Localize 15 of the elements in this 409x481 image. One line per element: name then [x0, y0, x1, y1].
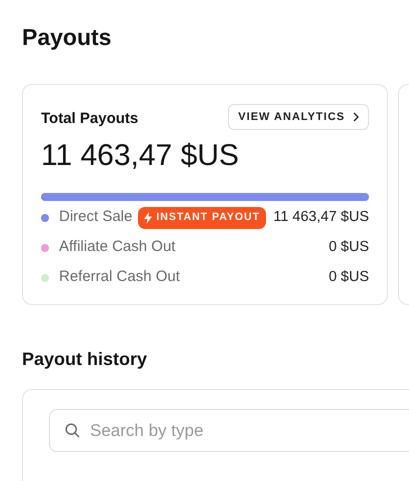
instant-payout-badge: INSTANT PAYOUT	[138, 206, 266, 228]
search-field[interactable]: Search by type	[49, 409, 409, 452]
view-analytics-button[interactable]: VIEW ANALYTICS	[228, 104, 369, 130]
total-amount: 11 463,47 $US	[41, 138, 239, 174]
page-title: Payouts	[22, 23, 112, 52]
legend-amount: 0 $US	[328, 268, 369, 287]
card-title: Total Payouts	[41, 109, 138, 129]
legend-amount: 0 $US	[328, 238, 369, 257]
legend-label: Direct Sale	[59, 207, 132, 228]
legend-amount: 11 463,47 $US	[273, 208, 369, 227]
chevron-right-icon	[353, 112, 359, 122]
legend-label: Affiliate Cash Out	[59, 237, 176, 258]
section-title: Payout history	[22, 348, 148, 371]
legend-label: Referral Cash Out	[59, 267, 180, 288]
search-icon	[65, 423, 80, 438]
